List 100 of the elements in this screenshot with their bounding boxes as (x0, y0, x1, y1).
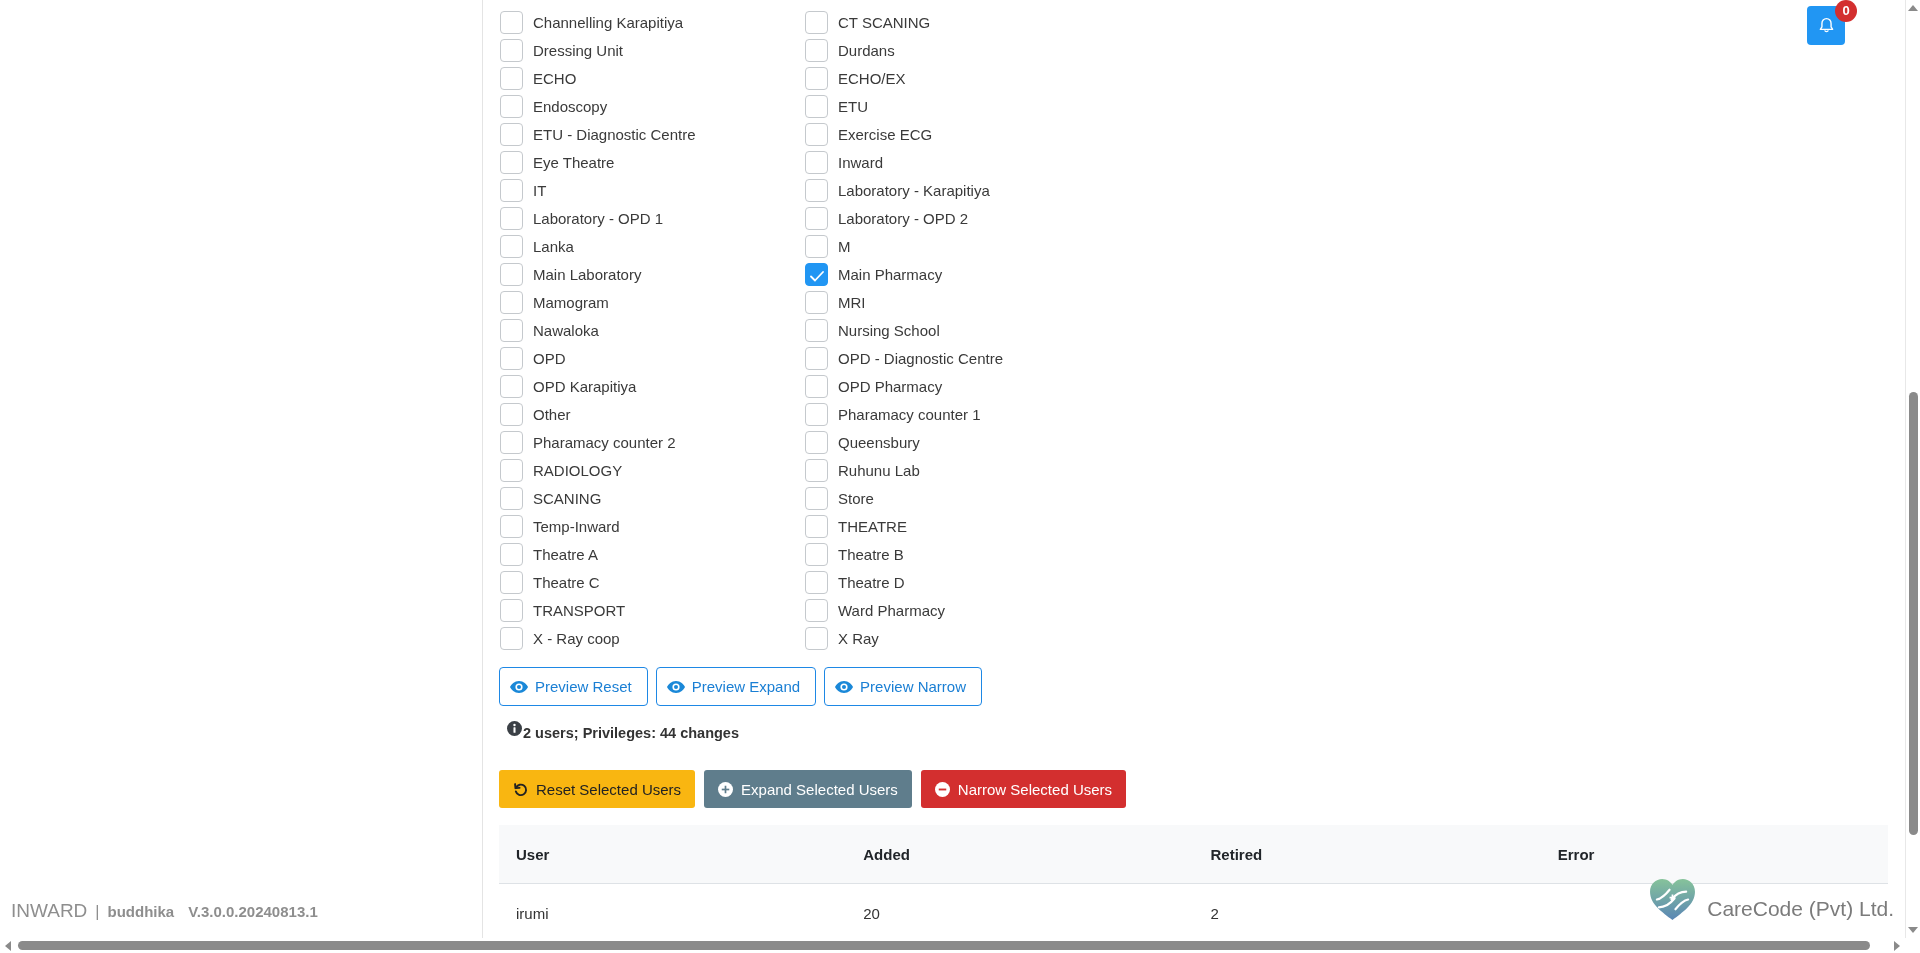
scroll-right-icon[interactable] (1894, 940, 1900, 951)
checkbox[interactable] (805, 150, 828, 174)
checkbox[interactable] (500, 570, 523, 594)
checkbox-label[interactable]: Main Laboratory (533, 265, 642, 283)
checkbox-label[interactable]: Main Pharmacy (838, 265, 943, 283)
checkbox-label[interactable]: Theatre C (533, 573, 600, 591)
preview-button[interactable]: Preview Narrow (824, 667, 982, 706)
checkbox[interactable] (500, 514, 523, 538)
checkbox[interactable] (500, 458, 523, 482)
checkbox-label[interactable]: Channelling Karapitiya (533, 13, 684, 31)
checkbox[interactable] (805, 94, 828, 118)
checkbox[interactable] (805, 486, 828, 510)
checkbox-label[interactable]: Eye Theatre (533, 153, 615, 171)
checkbox[interactable] (805, 10, 828, 34)
checkbox[interactable] (805, 206, 828, 230)
checkbox-label[interactable]: Endoscopy (533, 97, 608, 115)
scroll-down-icon[interactable] (1908, 927, 1918, 933)
checkbox[interactable] (805, 346, 828, 370)
checkbox-label[interactable]: MRI (838, 293, 866, 311)
checkbox[interactable] (805, 514, 828, 538)
checkbox-label[interactable]: ETU - Diagnostic Centre (533, 125, 696, 143)
checkbox[interactable] (500, 290, 523, 314)
checkbox[interactable] (500, 430, 523, 454)
scroll-left-icon[interactable] (5, 940, 11, 951)
checkbox-label[interactable]: Theatre D (838, 573, 905, 591)
checkbox-label[interactable]: Durdans (838, 41, 895, 59)
checkbox[interactable] (805, 38, 828, 62)
checkbox-label[interactable]: Nursing School (838, 321, 940, 339)
checkbox[interactable] (805, 318, 828, 342)
checkbox-label[interactable]: Ruhunu Lab (838, 461, 920, 479)
checkbox[interactable] (500, 374, 523, 398)
narrow-button[interactable]: Narrow Selected Users (920, 770, 1127, 808)
checkbox-label[interactable]: M (838, 237, 851, 255)
scrollbar-thumb[interactable] (1908, 392, 1918, 835)
checkbox-label[interactable]: THEATRE (838, 517, 907, 535)
checkbox[interactable] (500, 10, 523, 34)
checkbox[interactable] (500, 122, 523, 146)
checkbox-label[interactable]: OPD Pharmacy (838, 377, 943, 395)
checkbox-label[interactable]: Temp-Inward (533, 517, 620, 535)
checkbox-label[interactable]: Dressing Unit (533, 41, 624, 59)
checkbox-label[interactable]: Laboratory - OPD 1 (533, 209, 664, 227)
checkbox[interactable] (500, 178, 523, 202)
checkbox-label[interactable]: OPD - Diagnostic Centre (838, 349, 1004, 367)
checkbox-label[interactable]: X Ray (838, 629, 879, 647)
preview-button[interactable]: Preview Expand (655, 667, 817, 706)
checkbox-label[interactable]: SCANING (533, 489, 602, 507)
checkbox[interactable] (500, 66, 523, 90)
checkbox[interactable] (805, 374, 828, 398)
checkbox-label[interactable]: Lanka (533, 237, 574, 255)
checkbox[interactable] (500, 626, 523, 650)
checkbox[interactable] (805, 290, 828, 314)
checkbox[interactable] (500, 402, 523, 426)
scrollbar-thumb[interactable] (18, 941, 1870, 950)
checkbox-label[interactable]: CT SCANING (838, 13, 931, 31)
checkbox-label[interactable]: Laboratory - Karapitiya (838, 181, 990, 199)
checkbox[interactable] (500, 346, 523, 370)
checkbox-label[interactable]: ECHO (533, 69, 577, 87)
checkbox-label[interactable]: Exercise ECG (838, 125, 933, 143)
checkbox[interactable] (805, 122, 828, 146)
scroll-up-icon[interactable] (1908, 5, 1918, 11)
checkbox[interactable] (500, 206, 523, 230)
checkbox[interactable] (500, 94, 523, 118)
checkbox-label[interactable]: IT (533, 181, 547, 199)
checkbox-label[interactable]: Theatre A (533, 545, 599, 563)
vertical-scrollbar[interactable] (1905, 0, 1920, 938)
checkbox-label[interactable]: Nawaloka (533, 321, 599, 339)
checkbox[interactable] (500, 262, 523, 286)
checkbox-label[interactable]: Theatre B (838, 545, 904, 563)
checkbox-label[interactable]: Ward Pharmacy (838, 601, 945, 619)
checkbox-label[interactable]: ECHO/EX (838, 69, 906, 87)
checkbox-label[interactable]: Queensbury (838, 433, 920, 451)
checkbox-label[interactable]: Laboratory - OPD 2 (838, 209, 969, 227)
checkbox-label[interactable]: Other (533, 405, 571, 423)
checkbox[interactable] (805, 570, 828, 594)
checkbox[interactable] (500, 234, 523, 258)
preview-button[interactable]: Preview Reset (499, 667, 648, 706)
checkbox-label[interactable]: TRANSPORT (533, 601, 626, 619)
checkbox-label[interactable]: RADIOLOGY (533, 461, 623, 479)
expand-button[interactable]: Expand Selected Users (704, 770, 912, 808)
checkbox[interactable] (805, 626, 828, 650)
checkbox-label[interactable]: ETU (838, 97, 868, 115)
checkbox-label[interactable]: Pharamacy counter 2 (533, 433, 676, 451)
notification-button[interactable] (1807, 6, 1845, 45)
reset-button[interactable]: Reset Selected Users (499, 770, 696, 808)
checkbox[interactable] (805, 66, 828, 90)
checkbox[interactable] (805, 178, 828, 202)
checkbox[interactable] (805, 542, 828, 566)
checkbox[interactable] (500, 486, 523, 510)
checkbox[interactable] (500, 598, 523, 622)
checkbox-label[interactable]: Mamogram (533, 293, 609, 311)
checkbox[interactable] (805, 402, 828, 426)
checkbox[interactable] (500, 150, 523, 174)
checkbox[interactable] (805, 598, 828, 622)
checkbox[interactable] (805, 430, 828, 454)
checkbox-label[interactable]: Inward (838, 153, 884, 171)
checkbox[interactable] (805, 262, 828, 286)
checkbox-label[interactable]: OPD Karapitiya (533, 377, 637, 395)
checkbox[interactable] (500, 318, 523, 342)
checkbox[interactable] (500, 542, 523, 566)
checkbox[interactable] (805, 458, 828, 482)
